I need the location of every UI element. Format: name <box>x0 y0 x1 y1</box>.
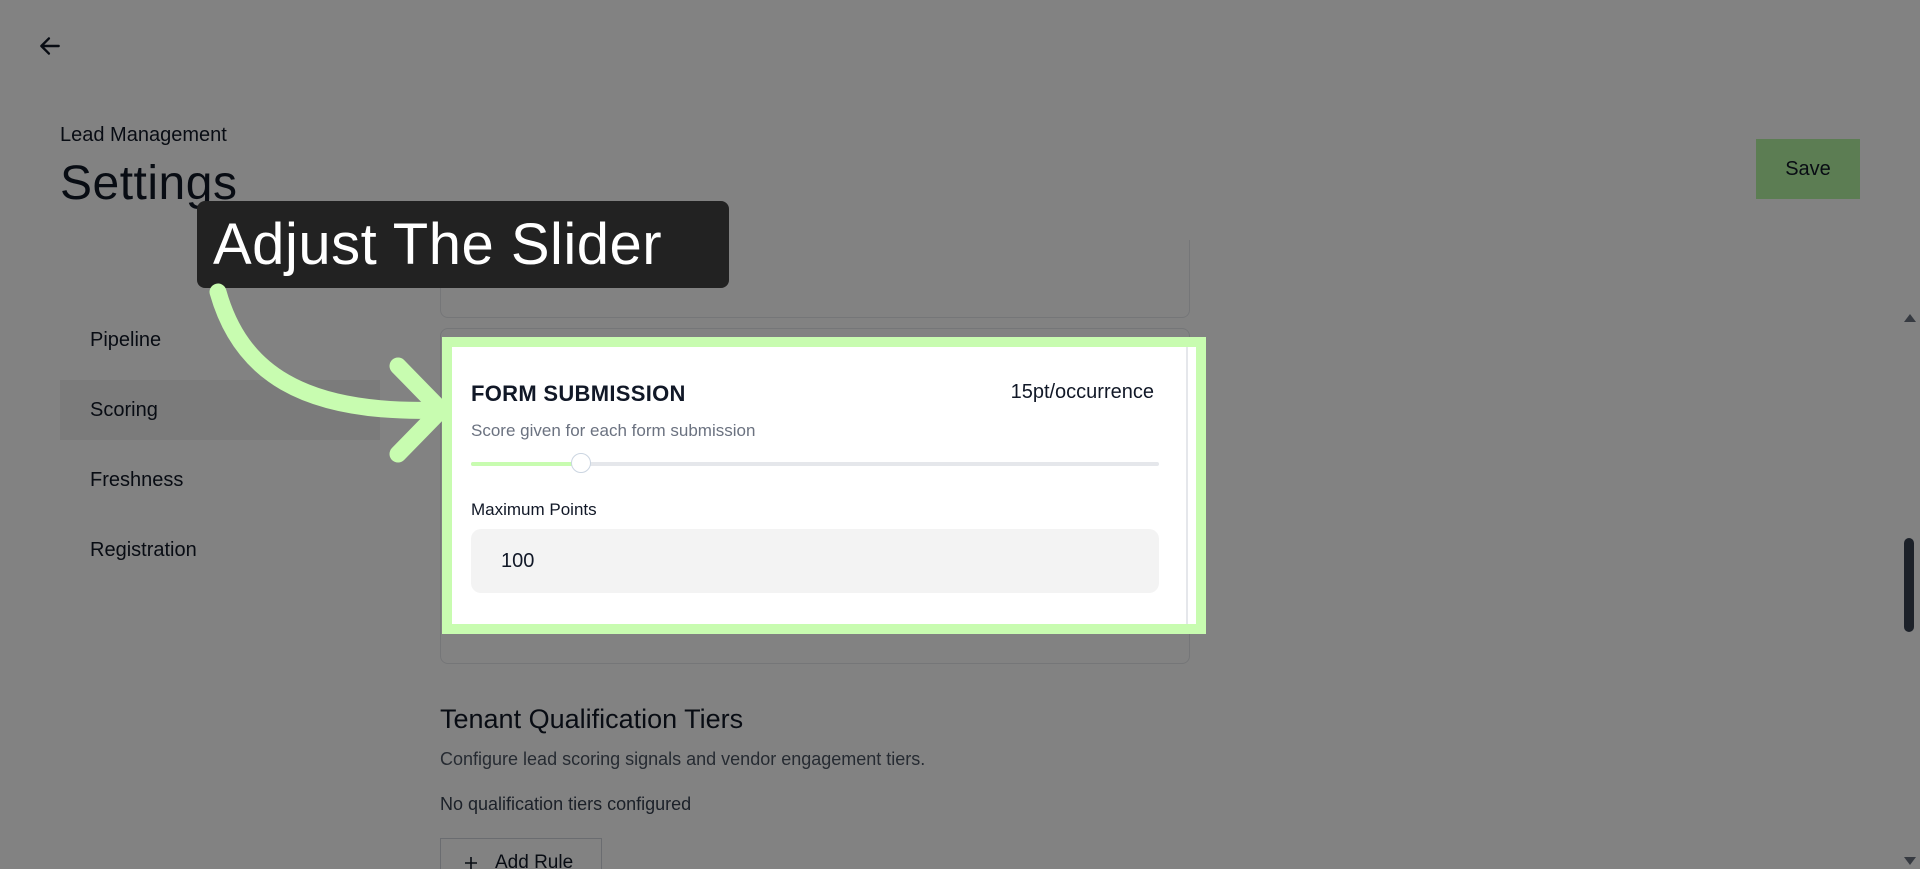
score-signal-title: FORM SUBMISSION <box>471 381 686 406</box>
score-slider[interactable] <box>471 453 1159 473</box>
form-submission-card-body: FORM SUBMISSION 15pt/occurrence Score gi… <box>452 347 1188 624</box>
max-points-input[interactable] <box>471 529 1159 593</box>
score-value: 15pt/occurrence <box>1010 381 1154 403</box>
score-description: Score given for each form submission <box>471 421 756 440</box>
slider-fill <box>471 462 582 466</box>
tutorial-callout: Adjust The Slider <box>197 201 729 288</box>
form-submission-card: FORM SUBMISSION 15pt/occurrence Score gi… <box>442 337 1206 634</box>
slider-thumb[interactable] <box>571 453 592 473</box>
max-points-label: Maximum Points <box>471 500 597 519</box>
callout-text: Adjust The Slider <box>213 212 663 277</box>
